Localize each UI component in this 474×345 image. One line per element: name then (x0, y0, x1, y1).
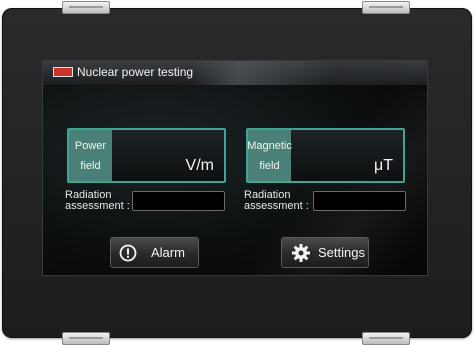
power-field-label-line1: Power (74, 139, 107, 152)
alarm-button-label: Alarm (151, 245, 185, 260)
radiation-assessment-field-left (132, 191, 225, 211)
power-field-unit: V/m (185, 157, 214, 174)
magnetic-field-unit: μT (374, 157, 393, 174)
mounting-clip (362, 332, 410, 345)
power-field-label-line2: field (80, 159, 101, 172)
mounting-clip (62, 332, 110, 345)
alarm-button[interactable]: Alarm (110, 237, 199, 268)
radiation-assessment-field-right (313, 191, 406, 211)
magnetic-field-panel[interactable]: Magnetic field μT (246, 128, 405, 183)
settings-button-label: Settings (318, 245, 365, 260)
screen-title: Nuclear power testing (77, 65, 194, 79)
magnetic-field-label-line2: field (259, 159, 280, 172)
mounting-clip (362, 1, 410, 14)
alert-circle-icon (119, 244, 137, 262)
power-field-panel[interactable]: Power field V/m (67, 128, 226, 183)
settings-button[interactable]: Settings (281, 237, 369, 268)
radiation-assessment-label-right: Radiation assessment : (244, 189, 309, 212)
brand-logo (53, 67, 73, 77)
radiation-assessment-label-left: Radiation assessment : (65, 189, 130, 212)
magnetic-field-label: Magnetic field (247, 130, 292, 181)
mounting-clip (62, 1, 110, 14)
hmi-screen: Nuclear power testing Power field V/m Ma… (42, 60, 428, 276)
power-field-label: Power field (69, 130, 112, 181)
magnetic-field-label-line1: Magnetic (247, 139, 292, 152)
title-bar: Nuclear power testing (43, 61, 427, 85)
gear-icon (291, 243, 311, 263)
